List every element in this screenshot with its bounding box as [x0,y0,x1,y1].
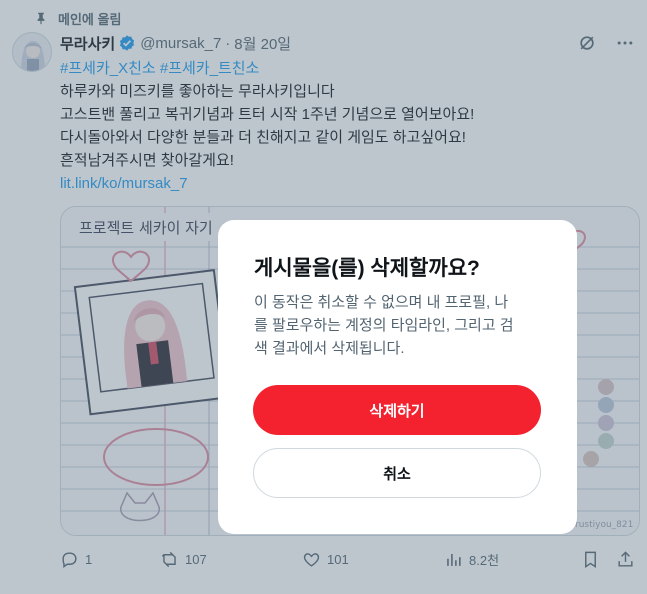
delete-button[interactable]: 삭제하기 [253,385,541,435]
dialog-description-line: 를 팔로우하는 계정의 타임라인, 그리고 검 [254,317,514,334]
dialog-title: 게시물을(를) 삭제할까요? [254,257,480,280]
dialog-description-line: 색 결과에서 삭제됩니다. [254,340,405,357]
dialog-description-line: 이 동작은 취소할 수 없으며 내 프로필, 나 [254,294,509,311]
delete-confirmation-dialog: 게시물을(를) 삭제할까요? 이 동작은 취소할 수 없으며 내 프로필, 나 … [218,220,577,534]
cancel-button[interactable]: 취소 [253,448,541,498]
dialog-description: 이 동작은 취소할 수 없으며 내 프로필, 나 를 팔로우하는 계정의 타임라… [254,291,541,360]
